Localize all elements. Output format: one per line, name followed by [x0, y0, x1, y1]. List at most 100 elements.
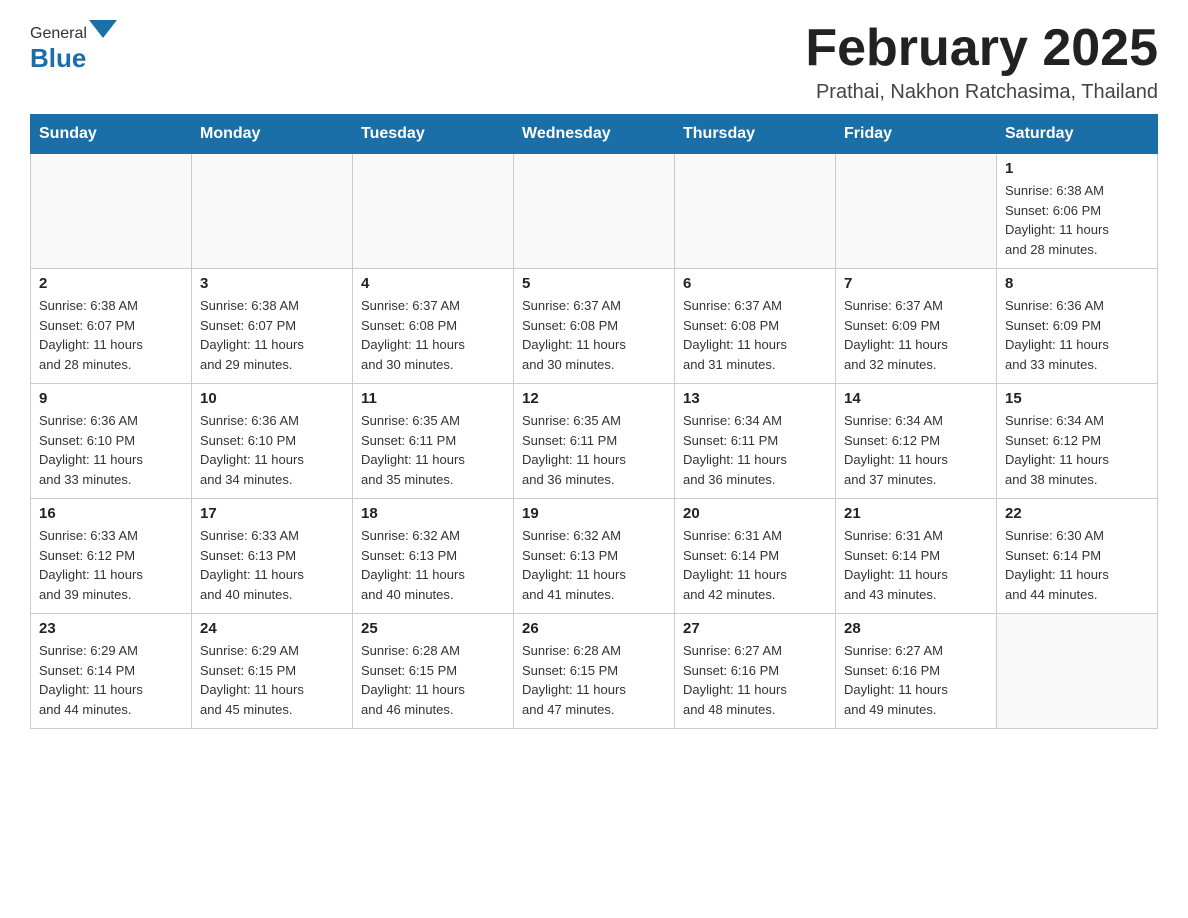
day-info: Sunrise: 6:37 AM Sunset: 6:08 PM Dayligh…: [361, 296, 505, 374]
week-row-3: 9 Sunrise: 6:36 AM Sunset: 6:10 PM Daylig…: [31, 384, 1158, 499]
calendar-cell: 7 Sunrise: 6:37 AM Sunset: 6:09 PM Daylig…: [836, 269, 997, 384]
day-number: 13: [683, 390, 827, 407]
location-subtitle: Prathai, Nakhon Ratchasima, Thailand: [805, 81, 1158, 104]
calendar-cell: [192, 154, 353, 269]
calendar-cell: 3Sunrise: 6:38 AM Sunset: 6:07 PM Daylig…: [192, 269, 353, 384]
day-info: Sunrise: 6:38 AM Sunset: 6:07 PM Dayligh…: [200, 296, 344, 374]
day-number: 12: [522, 390, 666, 407]
day-number: 23: [39, 620, 183, 637]
calendar-cell: 17 Sunrise: 6:33 AM Sunset: 6:13 PM Dayli…: [192, 499, 353, 614]
day-info: Sunrise: 6:27 AM Sunset: 6:16 PM Dayligh…: [683, 641, 827, 719]
weekday-header-thursday: Thursday: [675, 115, 836, 154]
day-number: 5: [522, 275, 666, 292]
weekday-header-wednesday: Wednesday: [514, 115, 675, 154]
title-section: February 2025 Prathai, Nakhon Ratchasima…: [805, 20, 1158, 104]
calendar-cell: 5 Sunrise: 6:37 AM Sunset: 6:08 PM Daylig…: [514, 269, 675, 384]
day-number: 6: [683, 275, 827, 292]
day-info: Sunrise: 6:37 AM Sunset: 6:09 PM Dayligh…: [844, 296, 988, 374]
day-number: 20: [683, 505, 827, 522]
month-title: February 2025: [805, 20, 1158, 77]
week-row-1: 1 Sunrise: 6:38 AM Sunset: 6:06 PM Daylig…: [31, 154, 1158, 269]
day-number: 24: [200, 620, 344, 637]
day-info: Sunrise: 6:36 AM Sunset: 6:10 PM Dayligh…: [200, 411, 344, 489]
day-info: Sunrise: 6:32 AM Sunset: 6:13 PM Dayligh…: [522, 526, 666, 604]
calendar-cell: 19 Sunrise: 6:32 AM Sunset: 6:13 PM Dayli…: [514, 499, 675, 614]
logo-general-text: General: [30, 25, 87, 43]
day-number: 16: [39, 505, 183, 522]
calendar-cell: 10 Sunrise: 6:36 AM Sunset: 6:10 PM Dayli…: [192, 384, 353, 499]
day-number: 15: [1005, 390, 1149, 407]
calendar-cell: 18 Sunrise: 6:32 AM Sunset: 6:13 PM Dayli…: [353, 499, 514, 614]
day-number: 22: [1005, 505, 1149, 522]
calendar-cell: [997, 614, 1158, 729]
day-number: 11: [361, 390, 505, 407]
day-info: Sunrise: 6:34 AM Sunset: 6:12 PM Dayligh…: [1005, 411, 1149, 489]
day-info: Sunrise: 6:35 AM Sunset: 6:11 PM Dayligh…: [522, 411, 666, 489]
calendar-cell: 11 Sunrise: 6:35 AM Sunset: 6:11 PM Dayli…: [353, 384, 514, 499]
week-row-5: 23 Sunrise: 6:29 AM Sunset: 6:14 PM Dayli…: [31, 614, 1158, 729]
calendar-cell: 24 Sunrise: 6:29 AM Sunset: 6:15 PM Dayli…: [192, 614, 353, 729]
calendar-cell: [31, 154, 192, 269]
day-info: Sunrise: 6:31 AM Sunset: 6:14 PM Dayligh…: [844, 526, 988, 604]
day-number: 19: [522, 505, 666, 522]
day-info: Sunrise: 6:31 AM Sunset: 6:14 PM Dayligh…: [683, 526, 827, 604]
week-row-2: 2 Sunrise: 6:38 AM Sunset: 6:07 PM Daylig…: [31, 269, 1158, 384]
calendar-cell: 16 Sunrise: 6:33 AM Sunset: 6:12 PM Dayli…: [31, 499, 192, 614]
weekday-header-tuesday: Tuesday: [353, 115, 514, 154]
day-info: Sunrise: 6:36 AM Sunset: 6:09 PM Dayligh…: [1005, 296, 1149, 374]
day-number: 25: [361, 620, 505, 637]
calendar-cell: 28 Sunrise: 6:27 AM Sunset: 6:16 PM Dayli…: [836, 614, 997, 729]
logo-blue-text: Blue: [30, 43, 86, 74]
calendar-cell: 2Sunrise: 6:38 AM Sunset: 6:07 PM Daylig…: [31, 269, 192, 384]
day-info: Sunrise: 6:29 AM Sunset: 6:15 PM Dayligh…: [200, 641, 344, 719]
calendar-cell: 15 Sunrise: 6:34 AM Sunset: 6:12 PM Dayli…: [997, 384, 1158, 499]
day-info: Sunrise: 6:35 AM Sunset: 6:11 PM Dayligh…: [361, 411, 505, 489]
logo: General Blue: [30, 20, 119, 74]
calendar-cell: 9 Sunrise: 6:36 AM Sunset: 6:10 PM Daylig…: [31, 384, 192, 499]
day-number: 27: [683, 620, 827, 637]
day-info: Sunrise: 6:38 AM Sunset: 6:06 PM Dayligh…: [1005, 181, 1149, 259]
day-number: 8: [1005, 275, 1149, 292]
calendar-cell: 20 Sunrise: 6:31 AM Sunset: 6:14 PM Dayli…: [675, 499, 836, 614]
day-number: 18: [361, 505, 505, 522]
calendar-cell: 26 Sunrise: 6:28 AM Sunset: 6:15 PM Dayli…: [514, 614, 675, 729]
day-number: 2: [39, 275, 183, 292]
day-number: 1: [1005, 160, 1149, 177]
day-info: Sunrise: 6:34 AM Sunset: 6:12 PM Dayligh…: [844, 411, 988, 489]
weekday-header-sunday: Sunday: [31, 115, 192, 154]
calendar-cell: 22 Sunrise: 6:30 AM Sunset: 6:14 PM Dayli…: [997, 499, 1158, 614]
calendar-cell: 6Sunrise: 6:37 AM Sunset: 6:08 PM Daylig…: [675, 269, 836, 384]
day-info: Sunrise: 6:28 AM Sunset: 6:15 PM Dayligh…: [522, 641, 666, 719]
calendar-cell: 23 Sunrise: 6:29 AM Sunset: 6:14 PM Dayli…: [31, 614, 192, 729]
weekday-header-saturday: Saturday: [997, 115, 1158, 154]
day-number: 14: [844, 390, 988, 407]
day-number: 7: [844, 275, 988, 292]
weekday-header-monday: Monday: [192, 115, 353, 154]
day-number: 9: [39, 390, 183, 407]
day-number: 10: [200, 390, 344, 407]
day-number: 21: [844, 505, 988, 522]
day-info: Sunrise: 6:27 AM Sunset: 6:16 PM Dayligh…: [844, 641, 988, 719]
day-info: Sunrise: 6:33 AM Sunset: 6:12 PM Dayligh…: [39, 526, 183, 604]
calendar-cell: 27 Sunrise: 6:27 AM Sunset: 6:16 PM Dayli…: [675, 614, 836, 729]
day-info: Sunrise: 6:29 AM Sunset: 6:14 PM Dayligh…: [39, 641, 183, 719]
day-number: 4: [361, 275, 505, 292]
calendar-cell: 12 Sunrise: 6:35 AM Sunset: 6:11 PM Dayli…: [514, 384, 675, 499]
weekday-header-friday: Friday: [836, 115, 997, 154]
day-info: Sunrise: 6:32 AM Sunset: 6:13 PM Dayligh…: [361, 526, 505, 604]
calendar-cell: 21 Sunrise: 6:31 AM Sunset: 6:14 PM Dayli…: [836, 499, 997, 614]
day-info: Sunrise: 6:33 AM Sunset: 6:13 PM Dayligh…: [200, 526, 344, 604]
calendar-cell: 1 Sunrise: 6:38 AM Sunset: 6:06 PM Daylig…: [997, 154, 1158, 269]
calendar-header-row: SundayMondayTuesdayWednesdayThursdayFrid…: [31, 115, 1158, 154]
day-number: 26: [522, 620, 666, 637]
day-info: Sunrise: 6:37 AM Sunset: 6:08 PM Dayligh…: [522, 296, 666, 374]
day-info: Sunrise: 6:30 AM Sunset: 6:14 PM Dayligh…: [1005, 526, 1149, 604]
day-number: 17: [200, 505, 344, 522]
day-info: Sunrise: 6:36 AM Sunset: 6:10 PM Dayligh…: [39, 411, 183, 489]
calendar-cell: 14 Sunrise: 6:34 AM Sunset: 6:12 PM Dayli…: [836, 384, 997, 499]
calendar-cell: 25Sunrise: 6:28 AM Sunset: 6:15 PM Dayli…: [353, 614, 514, 729]
day-info: Sunrise: 6:34 AM Sunset: 6:11 PM Dayligh…: [683, 411, 827, 489]
logo-triangle-icon: [89, 20, 117, 38]
page-header: General Blue February 2025 Prathai, Nakh…: [30, 20, 1158, 104]
day-number: 28: [844, 620, 988, 637]
